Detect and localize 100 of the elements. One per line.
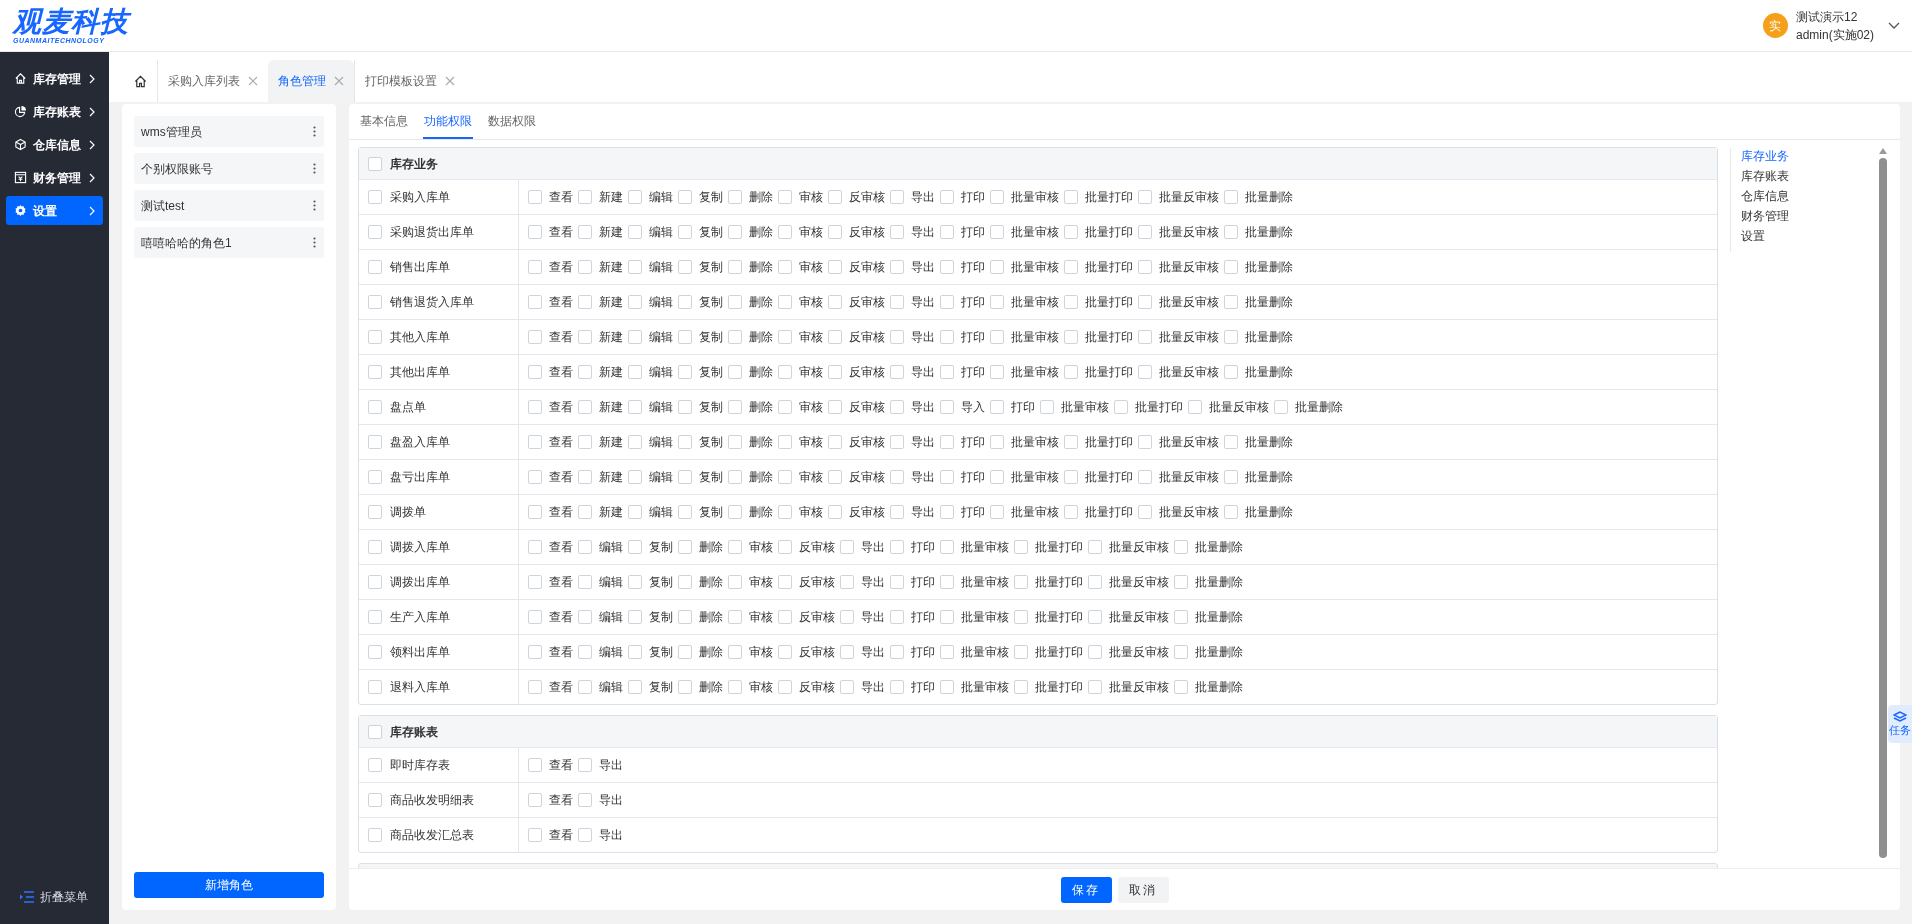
checkbox[interactable] — [368, 610, 382, 624]
checkbox[interactable] — [1064, 190, 1078, 204]
checkbox[interactable] — [528, 225, 542, 239]
checkbox[interactable] — [1138, 295, 1152, 309]
checkbox[interactable] — [1088, 540, 1102, 554]
checkbox[interactable] — [528, 645, 542, 659]
checkbox[interactable] — [1040, 400, 1054, 414]
collapse-menu-link[interactable]: 折叠菜单 — [40, 888, 88, 906]
sidebar-item[interactable]: 仓库信息 — [6, 130, 103, 159]
checkbox[interactable] — [578, 400, 592, 414]
close-icon[interactable] — [248, 76, 258, 86]
detail-tab[interactable]: 数据权限 — [487, 104, 537, 139]
checkbox[interactable] — [890, 610, 904, 624]
checkbox[interactable] — [368, 190, 382, 204]
checkbox[interactable] — [628, 295, 642, 309]
checkbox[interactable] — [678, 470, 692, 484]
checkbox[interactable] — [778, 190, 792, 204]
checkbox[interactable] — [628, 470, 642, 484]
checkbox[interactable] — [1088, 645, 1102, 659]
checkbox[interactable] — [578, 330, 592, 344]
task-button[interactable]: 任务 — [1888, 705, 1912, 743]
checkbox[interactable] — [368, 435, 382, 449]
detail-tab[interactable]: 功能权限 — [423, 104, 473, 139]
checkbox[interactable] — [368, 225, 382, 239]
checkbox[interactable] — [890, 365, 904, 379]
checkbox[interactable] — [578, 828, 592, 842]
checkbox[interactable] — [578, 505, 592, 519]
checkbox[interactable] — [1138, 470, 1152, 484]
checkbox[interactable] — [678, 435, 692, 449]
checkbox[interactable] — [728, 470, 742, 484]
checkbox[interactable] — [728, 190, 742, 204]
checkbox[interactable] — [368, 758, 382, 772]
checkbox[interactable] — [1138, 435, 1152, 449]
checkbox[interactable] — [778, 225, 792, 239]
checkbox[interactable] — [368, 295, 382, 309]
checkbox[interactable] — [1138, 505, 1152, 519]
anchor-link[interactable]: 仓库信息 — [1741, 188, 1870, 204]
checkbox[interactable] — [1064, 365, 1078, 379]
checkbox[interactable] — [778, 435, 792, 449]
checkbox[interactable] — [728, 610, 742, 624]
checkbox[interactable] — [828, 365, 842, 379]
checkbox[interactable] — [368, 575, 382, 589]
checkbox[interactable] — [678, 330, 692, 344]
chevron-down-icon[interactable] — [1888, 21, 1900, 30]
checkbox[interactable] — [678, 190, 692, 204]
checkbox[interactable] — [368, 505, 382, 519]
checkbox[interactable] — [528, 828, 542, 842]
more-icon[interactable] — [313, 163, 316, 174]
checkbox[interactable] — [940, 470, 954, 484]
checkbox[interactable] — [1014, 680, 1028, 694]
checkbox[interactable] — [528, 575, 542, 589]
sidebar-item[interactable]: 库存管理 — [6, 64, 103, 93]
checkbox[interactable] — [1224, 435, 1238, 449]
checkbox[interactable] — [1138, 365, 1152, 379]
checkbox[interactable] — [1138, 225, 1152, 239]
checkbox[interactable] — [628, 365, 642, 379]
checkbox[interactable] — [368, 156, 382, 171]
checkbox[interactable] — [528, 260, 542, 274]
checkbox[interactable] — [1114, 400, 1128, 414]
checkbox[interactable] — [1138, 190, 1152, 204]
checkbox[interactable] — [528, 610, 542, 624]
more-icon[interactable] — [313, 237, 316, 248]
checkbox[interactable] — [828, 190, 842, 204]
checkbox[interactable] — [1064, 435, 1078, 449]
checkbox[interactable] — [990, 470, 1004, 484]
checkbox[interactable] — [628, 435, 642, 449]
checkbox[interactable] — [368, 470, 382, 484]
anchor-link[interactable]: 财务管理 — [1741, 208, 1870, 224]
checkbox[interactable] — [728, 365, 742, 379]
checkbox[interactable] — [1174, 610, 1188, 624]
checkbox[interactable] — [728, 400, 742, 414]
checkbox[interactable] — [990, 260, 1004, 274]
checkbox[interactable] — [528, 470, 542, 484]
role-item[interactable]: 测试test — [134, 190, 324, 221]
checkbox[interactable] — [778, 540, 792, 554]
checkbox[interactable] — [778, 575, 792, 589]
checkbox[interactable] — [940, 540, 954, 554]
checkbox[interactable] — [678, 680, 692, 694]
checkbox[interactable] — [1224, 190, 1238, 204]
checkbox[interactable] — [940, 645, 954, 659]
checkbox[interactable] — [678, 225, 692, 239]
checkbox[interactable] — [578, 435, 592, 449]
checkbox[interactable] — [1064, 225, 1078, 239]
checkbox[interactable] — [1064, 330, 1078, 344]
checkbox[interactable] — [728, 680, 742, 694]
checkbox[interactable] — [1088, 680, 1102, 694]
save-button[interactable]: 保存 — [1060, 876, 1112, 903]
checkbox[interactable] — [990, 190, 1004, 204]
add-role-button[interactable]: 新增角色 — [134, 872, 324, 898]
checkbox[interactable] — [628, 330, 642, 344]
checkbox[interactable] — [828, 295, 842, 309]
checkbox[interactable] — [628, 505, 642, 519]
checkbox[interactable] — [940, 330, 954, 344]
checkbox[interactable] — [578, 225, 592, 239]
checkbox[interactable] — [368, 540, 382, 554]
checkbox[interactable] — [728, 295, 742, 309]
checkbox[interactable] — [528, 190, 542, 204]
checkbox[interactable] — [368, 680, 382, 694]
checkbox[interactable] — [840, 680, 854, 694]
checkbox[interactable] — [990, 225, 1004, 239]
